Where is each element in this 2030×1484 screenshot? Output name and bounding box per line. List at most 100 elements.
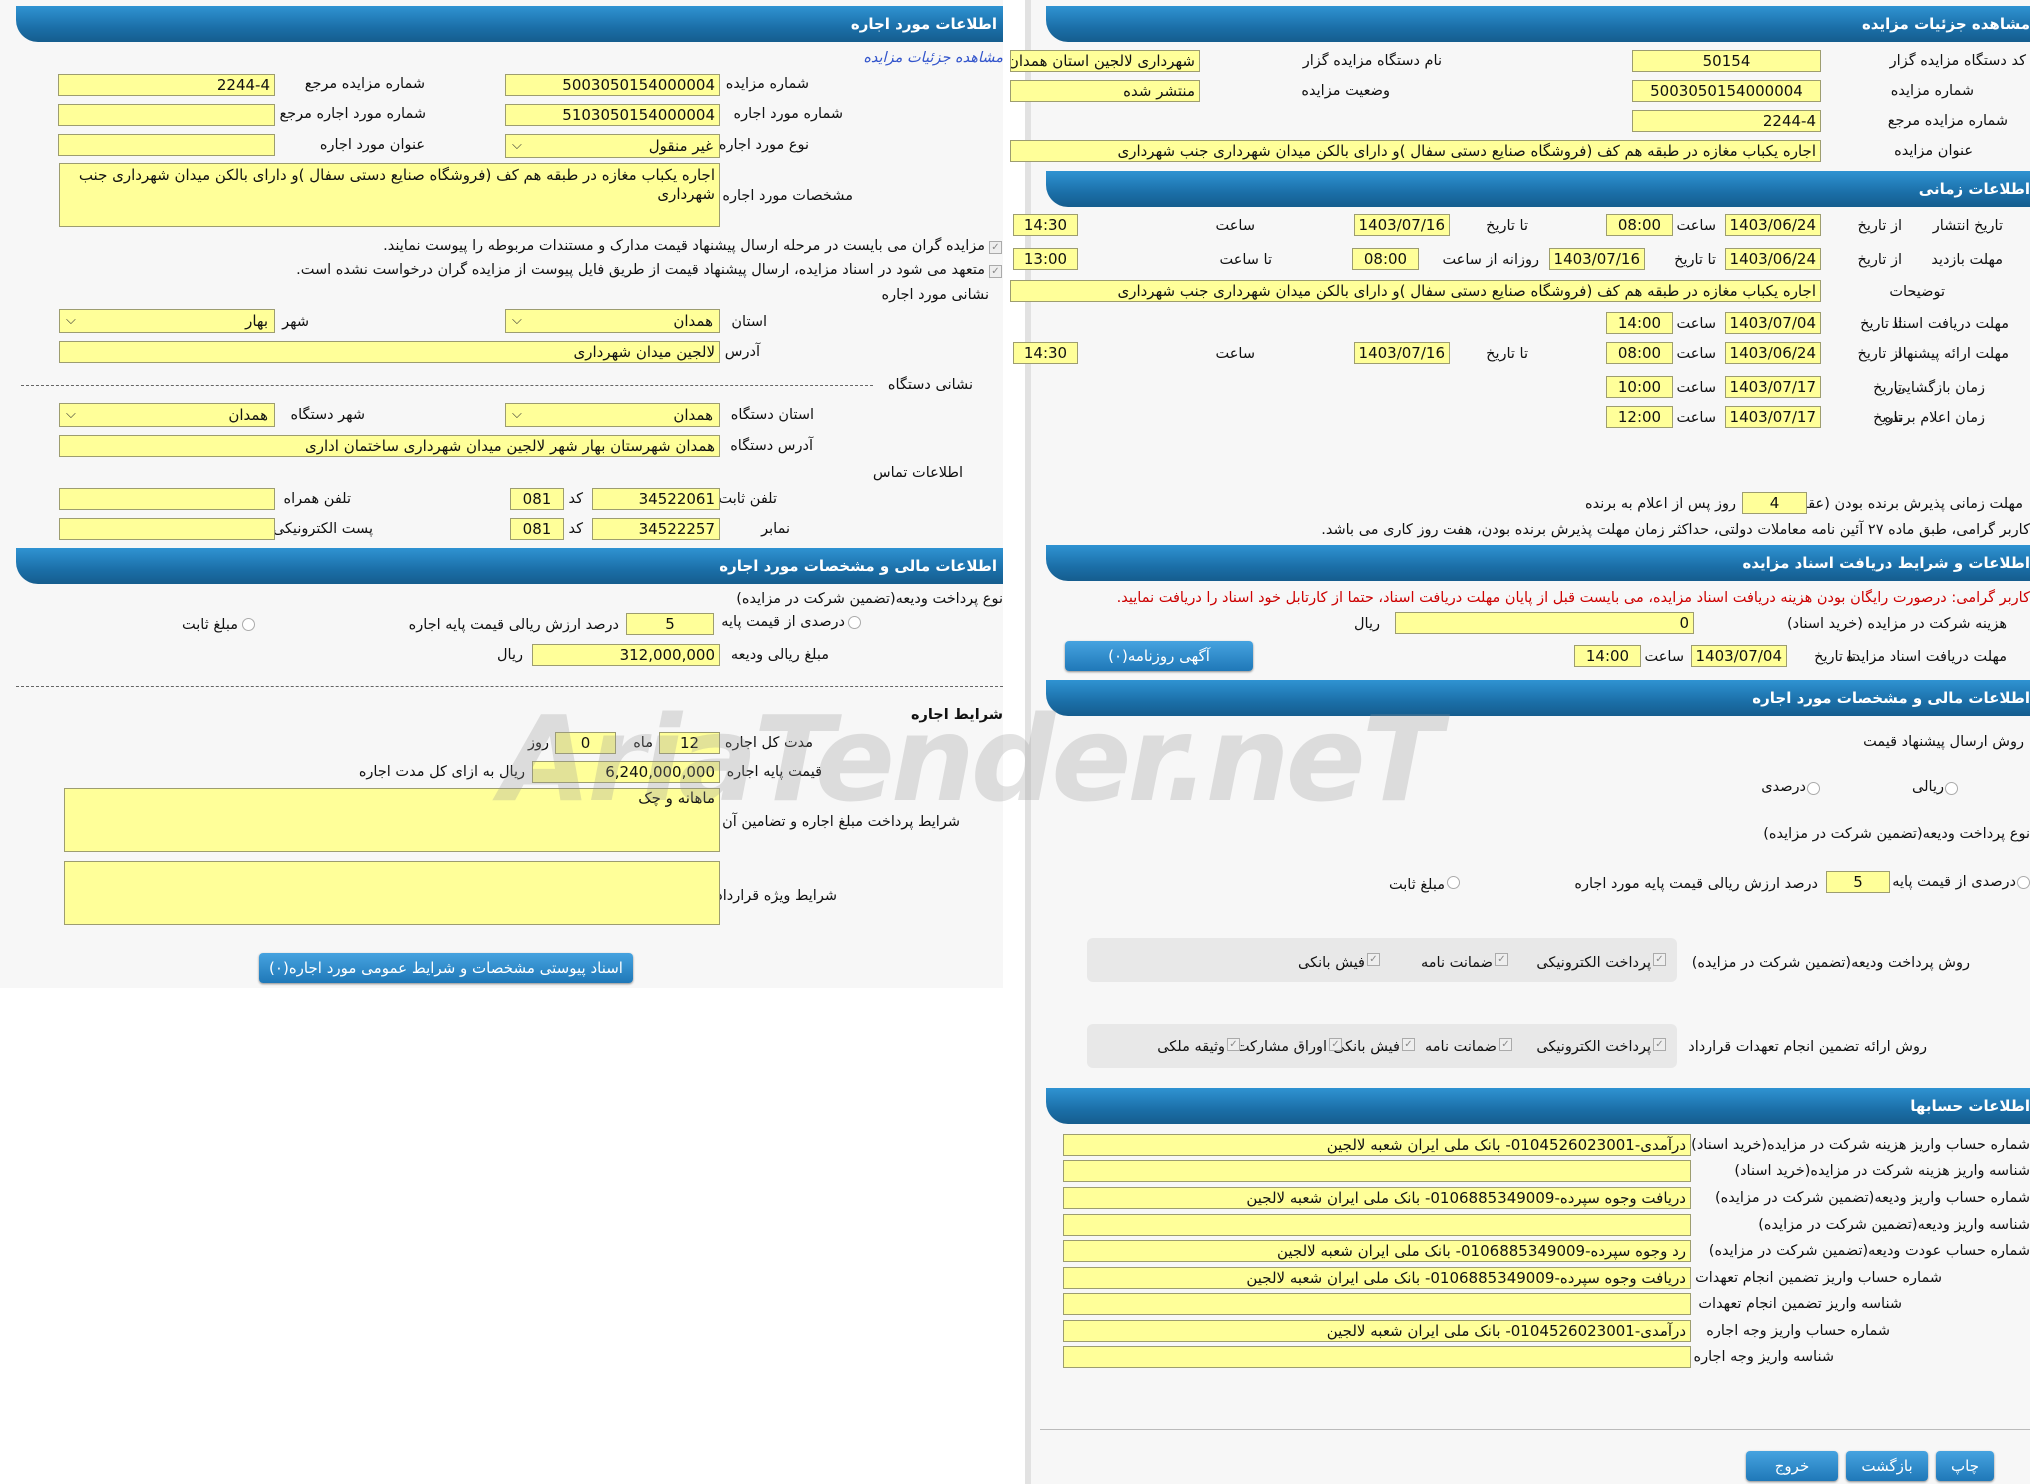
- mobile-field: [59, 488, 275, 510]
- electronic-checkbox: ✓: [1653, 953, 1666, 966]
- acceptance-unit: روز پس از اعلام به برنده: [1584, 496, 1736, 512]
- view-auction-details-link[interactable]: مشاهده جزئیات مزایده: [863, 50, 1003, 66]
- publish-to-hour-label: ساعت: [1215, 218, 1255, 234]
- account-label: شناسه واریز وجه اجاره: [1693, 1349, 1834, 1365]
- org-name-label: نام دستگاه مزایده گزار: [1302, 53, 1442, 69]
- percent-base-radio[interactable]: [2017, 876, 2030, 889]
- exit-button[interactable]: خروج: [1746, 1451, 1838, 1481]
- percent-of-label: درصد ارزش ریالی قیمت پایه اجاره: [408, 617, 619, 633]
- lease-number-label: شماره مورد اجاره: [733, 106, 844, 122]
- bank-slip-guarantee-checkbox: ✓: [1402, 1038, 1415, 1051]
- chevron-down-icon: ⌵: [512, 138, 522, 153]
- accounts-header: اطلاعات حسابها: [1046, 1088, 2030, 1124]
- org-province-select[interactable]: همدان ⌵: [505, 403, 720, 427]
- lease-title-field: [58, 134, 275, 156]
- ref-lease-number-label: شماره مورد اجاره مرجع: [279, 106, 426, 122]
- acceptance-note: کاربر گرامی، طبق ماده ۲۷ آئین نامه معامل…: [1321, 522, 2030, 538]
- deposit-amount-field: 312,000,000: [532, 644, 720, 666]
- city-select[interactable]: بهار ⌵: [59, 309, 275, 333]
- address-field: لالجین میدان شهرداری: [59, 341, 720, 363]
- fax-code-label: کد: [568, 521, 583, 537]
- org-province-label: استان دستگاه: [730, 407, 814, 423]
- org-city-select[interactable]: همدان ⌵: [59, 403, 275, 427]
- auction-number-field: 5003050154000004: [1632, 80, 1821, 102]
- offer-from-label: از تاریخ: [1857, 346, 1903, 362]
- account-value: دریافت وجوه سپرده-0106885349009- بانک مل…: [1063, 1187, 1691, 1209]
- bonds-checkbox: ✓: [1329, 1038, 1342, 1051]
- fixed-amount-label: مبلغ ثابت: [1389, 877, 1445, 893]
- percent-base-label: درصدی از قیمت پایه: [1892, 874, 2016, 890]
- status-field: منتشر شده: [1010, 80, 1200, 102]
- ref-number-field: 2244-4: [1632, 110, 1821, 132]
- opening-date-label: تاریخ: [1873, 380, 1902, 396]
- org-address-label: آدرس دستگاه: [730, 438, 813, 454]
- opening-hour-label: ساعت: [1676, 380, 1716, 396]
- ref-lease-number-field: [58, 104, 275, 126]
- fixed-amount-radio[interactable]: [242, 618, 255, 631]
- lease-specs-label: مشخصات مورد اجاره: [722, 188, 853, 204]
- org-address-title: نشانی دستگاه: [887, 377, 973, 393]
- fixed-amount-radio[interactable]: [1447, 876, 1460, 889]
- deposit-percent-field: 5: [1826, 871, 1890, 893]
- contact-title: اطلاعات تماس: [872, 465, 963, 481]
- lease-type-select[interactable]: غیر منقول ⌵: [505, 134, 720, 158]
- org-address-field: همدان شهرستان بهار شهر لالجین میدان شهرد…: [59, 435, 720, 457]
- lease-type-label: نوع مورد اجاره: [718, 137, 809, 153]
- winner-time: 12:00: [1606, 406, 1673, 428]
- opening-time: 10:00: [1606, 376, 1673, 398]
- lease-number-field: 5103050154000004: [505, 104, 720, 126]
- percent-option-label: درصدی: [1761, 779, 1806, 795]
- rial-radio[interactable]: [1945, 782, 1958, 795]
- bank-slip-guarantee-label: فیش بانکی: [1333, 1039, 1400, 1055]
- back-button[interactable]: بازگشت: [1846, 1451, 1928, 1481]
- doc-receive-hour-label: ساعت: [1644, 649, 1684, 665]
- offer-to-hour-label: ساعت: [1215, 346, 1255, 362]
- lease-info-header: اطلاعات مورد اجاره: [16, 6, 1003, 42]
- print-button[interactable]: چاپ: [1936, 1451, 1994, 1481]
- daily-to-label: تا ساعت: [1219, 252, 1272, 268]
- doc-deadline-date: 1403/07/04: [1725, 312, 1821, 334]
- time-info-header: اطلاعات زمانی: [1046, 171, 2030, 207]
- email-label: پست الکترونیکی: [272, 521, 373, 537]
- chevron-down-icon: ⌵: [66, 407, 76, 422]
- province-select[interactable]: همدان ⌵: [505, 309, 720, 333]
- visit-from-label: از تاریخ: [1857, 252, 1903, 268]
- visit-from-date: 1403/06/24: [1725, 248, 1821, 270]
- no-file-offer-text: متعهد می شود در اسناد مزایده، ارسال پیشن…: [296, 262, 985, 278]
- auction-details-header: مشاهده جزئیات مزایده: [1046, 6, 2030, 42]
- lease-type-value: غیر منقول: [648, 137, 713, 155]
- lease-address-title: نشانی مورد اجاره: [881, 287, 989, 303]
- mobile-label: تلفن همراه: [283, 491, 351, 507]
- attach-docs-checkbox: ✓: [989, 241, 1002, 254]
- newspaper-ad-button[interactable]: آگهی روزنامه(۰): [1065, 641, 1253, 671]
- doc-deadline-label: مهلت دریافت اسناد: [1891, 316, 2009, 332]
- deposit-type-label: نوع پرداخت ودیعه(تضمین شرکت در مزایده): [1763, 826, 2030, 842]
- electronic-label: پرداخت الکترونیکی: [1536, 955, 1651, 971]
- auction-number-label: شماره مزایده: [1890, 83, 1974, 99]
- account-label: شماره حساب واریز هزینه شرکت در مزایده(خر…: [1691, 1137, 2030, 1153]
- province-label: استان: [731, 314, 767, 330]
- account-label: شناسه واریز هزینه شرکت در مزایده(خرید اس…: [1734, 1163, 2030, 1179]
- publish-to-time: 14:30: [1013, 214, 1078, 236]
- guarantee-label: ضمانت نامه: [1421, 955, 1493, 971]
- percent-offer-radio[interactable]: [1807, 782, 1820, 795]
- account-label: شماره حساب واریز وجه اجاره: [1706, 1323, 1890, 1339]
- notes-label: توضیحات: [1889, 284, 1945, 300]
- org-name-field: شهرداری لالجین استان همدان: [1010, 50, 1200, 72]
- phone-code-label: کد: [568, 491, 583, 507]
- doc-deadline-hour-label: ساعت: [1676, 316, 1716, 332]
- property-label: وثیقه ملکی: [1157, 1039, 1225, 1055]
- notes-field: اجاره یکباب مغازه در طبقه هم کف (فروشگاه…: [1010, 280, 1821, 302]
- visit-to-date: 1403/07/16: [1549, 248, 1645, 270]
- footer-divider: [1040, 1429, 2030, 1430]
- city-label: شهر: [282, 314, 309, 330]
- fixed-amount-label: مبلغ ثابت: [182, 617, 238, 633]
- attached-docs-button[interactable]: اسناد پیوستی مشخصات و شرایط عمومی مورد ا…: [259, 953, 633, 983]
- offer-from-time: 08:00: [1606, 342, 1673, 364]
- account-value: دریافت وجوه سپرده-0106885349009- بانک مل…: [1063, 1267, 1691, 1289]
- publish-from-hour-label: ساعت: [1676, 218, 1716, 234]
- account-label: شماره حساب عودت ودیعه(تضمین شرکت در مزای…: [1708, 1243, 2030, 1259]
- chevron-down-icon: ⌵: [512, 313, 522, 328]
- auction-number-field: 5003050154000004: [505, 74, 720, 96]
- percent-radio[interactable]: [848, 616, 861, 629]
